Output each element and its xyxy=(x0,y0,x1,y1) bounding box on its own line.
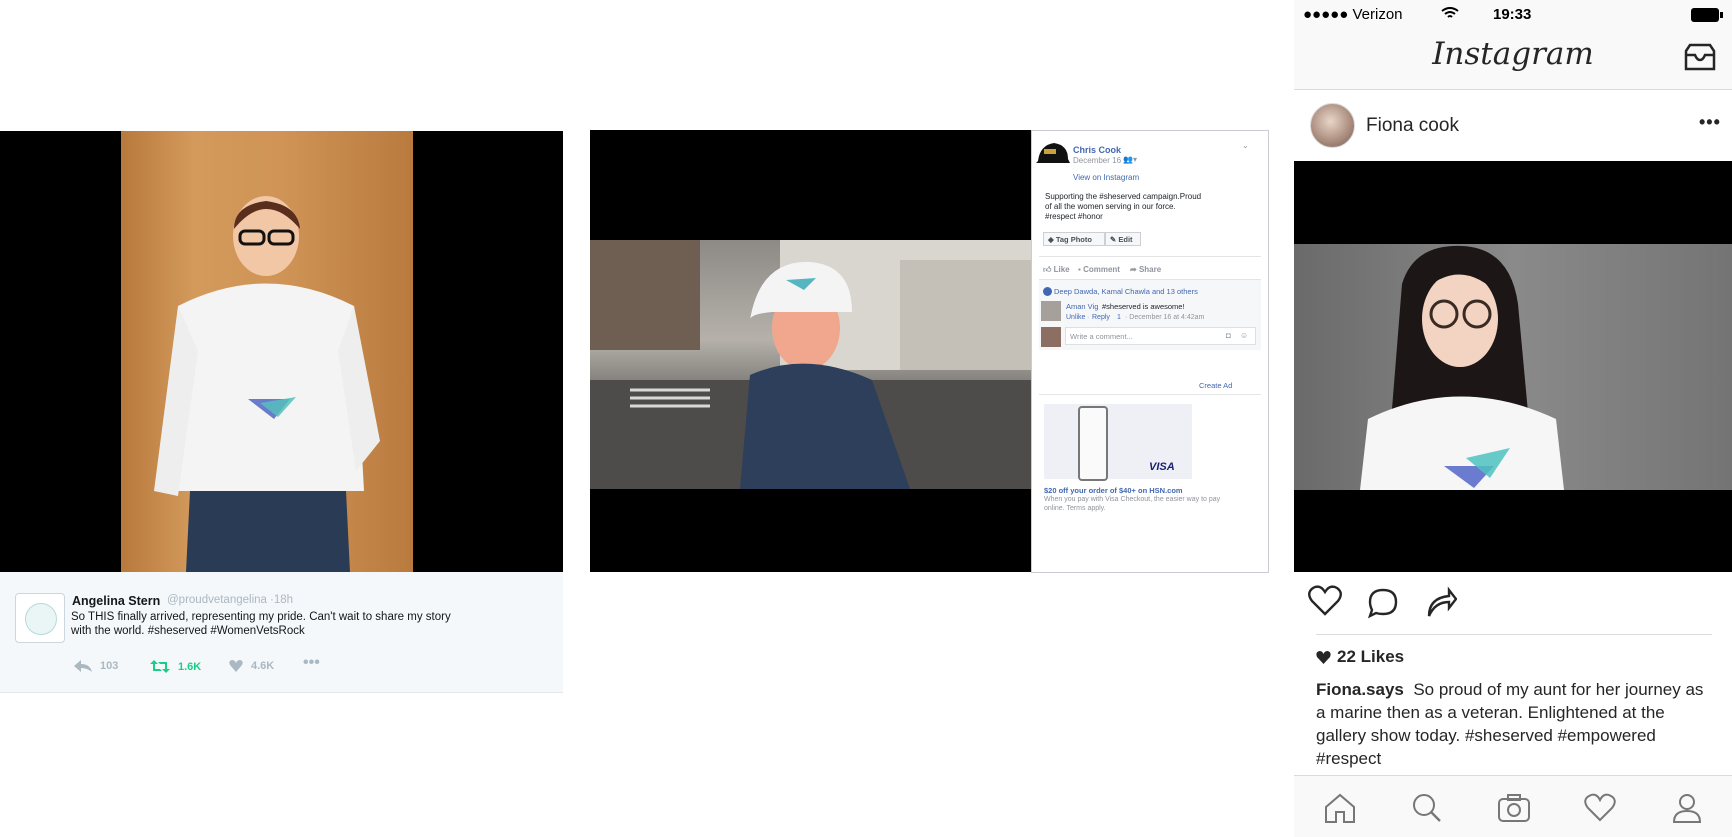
tweet-avatar[interactable] xyxy=(15,593,65,643)
reply-link[interactable]: Reply xyxy=(1092,314,1110,321)
photo-person-man xyxy=(590,240,1031,489)
photo-person-woman xyxy=(154,196,380,572)
comment-action[interactable]: ▪ Comment xyxy=(1078,265,1120,274)
profile-icon[interactable] xyxy=(1671,793,1703,823)
retweet-icon xyxy=(150,660,170,673)
post-text-line2: of all the women serving in our force. xyxy=(1045,202,1176,211)
reply-icon xyxy=(74,660,92,672)
facebook-photo[interactable] xyxy=(590,130,1031,572)
inbox-icon[interactable] xyxy=(1684,43,1716,71)
comment-time: · December 16 at 4:42am xyxy=(1125,314,1205,321)
more-options-icon[interactable]: ••• xyxy=(303,654,320,672)
view-on-instagram-link[interactable]: View on Instagram xyxy=(1073,173,1139,182)
search-icon[interactable] xyxy=(1411,793,1443,823)
reply-button[interactable]: 103 xyxy=(74,660,118,672)
separator-dot: · xyxy=(1087,314,1090,321)
phone-graphic xyxy=(1078,406,1108,481)
like-label: Like xyxy=(1053,265,1070,274)
reply-count: 103 xyxy=(100,660,119,672)
instagram-photo[interactable] xyxy=(1294,161,1732,572)
divider xyxy=(1039,256,1261,257)
tweet-time[interactable]: ·18h xyxy=(270,594,293,606)
instagram-header: Instagram xyxy=(1294,30,1732,90)
like-button[interactable]: 4.6K xyxy=(229,660,274,672)
like-reaction-icon xyxy=(1043,287,1052,296)
activity-heart-icon[interactable] xyxy=(1584,793,1616,823)
instagram-app: ●●●●● Verizon 19:33 Instagram Fiona cook… xyxy=(1294,0,1732,837)
retweet-count: 1.6K xyxy=(178,660,202,673)
status-bar: ●●●●● Verizon 19:33 xyxy=(1294,0,1732,30)
post-options-chevron-icon[interactable]: ⌄ xyxy=(1242,141,1249,150)
facebook-sidebar: Chris Cook December 16 · 👥▾ ⌄ View on In… xyxy=(1031,130,1269,573)
tag-icon: ◆ xyxy=(1048,234,1056,244)
wifi-icon xyxy=(1441,7,1459,18)
my-avatar xyxy=(1041,327,1061,347)
ad-image[interactable]: VISA xyxy=(1044,404,1192,481)
tag-photo-button[interactable]: ◆ Tag Photo xyxy=(1043,232,1105,246)
create-ad-link[interactable]: Create Ad xyxy=(1199,381,1232,390)
clock: 19:33 xyxy=(1493,6,1532,23)
ad-description-line1: When you pay with Visa Checkout, the eas… xyxy=(1044,496,1221,503)
battery-icon xyxy=(1691,8,1723,22)
emoji-icon[interactable]: ☺ xyxy=(1240,331,1248,340)
author-avatar[interactable] xyxy=(1036,141,1070,167)
post-username[interactable]: Fiona cook xyxy=(1366,115,1459,137)
tweet-author-name[interactable]: Angelina Stern xyxy=(72,594,160,608)
tag-photo-label: Tag Photo xyxy=(1055,234,1092,244)
unlike-link[interactable]: Unlike xyxy=(1066,314,1085,321)
thumbs-up-icon: 👍︎ xyxy=(1043,265,1054,274)
commenter-avatar[interactable] xyxy=(1041,301,1061,321)
post-text-line1: Supporting the #sheserved campaign.Proud xyxy=(1045,192,1202,201)
share-icon: ➦ xyxy=(1130,265,1139,274)
like-count: 4.6K xyxy=(251,660,275,672)
ad-title[interactable]: $20 off your order of $40+ on HSN.com xyxy=(1044,486,1183,495)
like-heart-icon[interactable] xyxy=(1308,585,1342,617)
post-caption: Fiona.says So proud of my aunt for her j… xyxy=(1316,678,1706,770)
post-text-line3: #respect #honor xyxy=(1045,212,1103,221)
twitter-post: Angelina Stern @proudvetangelina ·18h So… xyxy=(0,131,563,693)
like-action[interactable]: 👍︎ Like xyxy=(1043,265,1070,275)
pencil-icon: ✎ xyxy=(1110,234,1119,244)
instagram-logo[interactable]: Instagram xyxy=(1294,36,1732,72)
tweet-text: So THIS finally arrived, representing my… xyxy=(71,611,451,637)
tweet-card: Angelina Stern @proudvetangelina ·18h So… xyxy=(0,572,563,693)
caption-username[interactable]: Fiona.says xyxy=(1316,680,1404,699)
home-icon[interactable] xyxy=(1324,793,1356,823)
more-options-icon[interactable]: ••• xyxy=(1699,112,1721,133)
post-author[interactable]: Chris Cook xyxy=(1073,145,1121,155)
carrier-signal: ●●●●● Verizon xyxy=(1303,6,1403,23)
edit-label: Edit xyxy=(1118,234,1133,244)
tweet-author-handle[interactable]: @proudvetangelina xyxy=(167,594,267,606)
camera-icon[interactable] xyxy=(1497,793,1531,823)
camera-icon[interactable]: ◘ xyxy=(1226,331,1231,340)
bottom-tab-bar xyxy=(1294,775,1732,837)
share-action[interactable]: ➦ Share xyxy=(1130,265,1161,274)
edit-button[interactable]: ✎ Edit xyxy=(1105,232,1141,246)
ad-description-line2: online. Terms apply. xyxy=(1044,505,1106,512)
photo-person-young-woman xyxy=(1360,245,1564,490)
likes-count[interactable]: 22 Likes xyxy=(1337,647,1404,667)
heart-icon xyxy=(229,660,243,672)
write-comment-placeholder: Write a comment... xyxy=(1070,332,1133,341)
audience-friends-icon[interactable]: 👥▾ xyxy=(1123,155,1137,164)
divider xyxy=(1316,634,1712,635)
facebook-photo-viewer: Chris Cook December 16 · 👥▾ ⌄ View on In… xyxy=(590,130,1269,573)
post-date[interactable]: December 16 · xyxy=(1073,156,1126,165)
comment-text: #sheserved is awesome! xyxy=(1102,302,1185,311)
write-comment-input[interactable]: Write a comment... ◘ ☺ xyxy=(1065,327,1256,345)
visa-logo: VISA xyxy=(1149,461,1175,473)
user-avatar[interactable] xyxy=(1310,103,1355,148)
comment-bubble-icon[interactable] xyxy=(1367,587,1399,619)
tweet-photo[interactable] xyxy=(0,131,563,572)
share-label: Share xyxy=(1138,265,1162,274)
divider xyxy=(1039,394,1261,395)
reactions-summary[interactable]: Deep Dawda, Kamal Chawla and 13 others xyxy=(1054,287,1198,296)
comment-like-count[interactable]: 1 xyxy=(1117,314,1121,321)
likes-heart-icon xyxy=(1316,651,1331,664)
commenter-name[interactable]: Aman Vig xyxy=(1066,302,1098,311)
comment-label: Comment xyxy=(1083,265,1120,274)
share-arrow-icon[interactable] xyxy=(1425,586,1457,618)
retweet-button[interactable]: 1.6K xyxy=(150,660,201,673)
